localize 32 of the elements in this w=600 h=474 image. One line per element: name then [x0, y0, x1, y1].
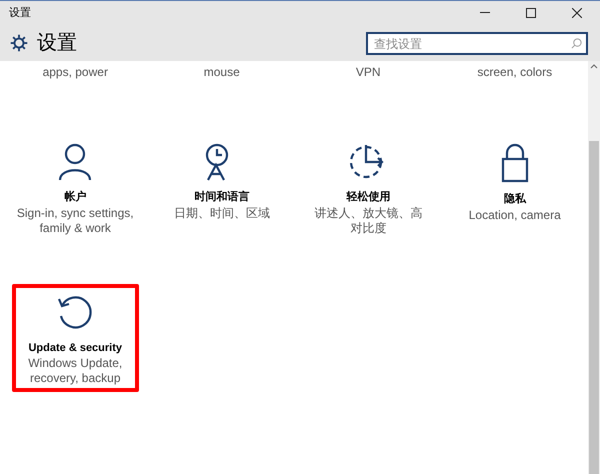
settings-icon: [10, 34, 28, 52]
category-description: 日期、时间、区域: [172, 206, 271, 220]
category-description: screen, colors: [476, 64, 554, 81]
minimize-icon: [480, 12, 490, 14]
category-description: Location, camera: [468, 208, 562, 222]
search-icon: [571, 38, 582, 48]
scrollbar[interactable]: [588, 61, 600, 474]
category-tile[interactable]: 隐私 Location, camera: [452, 133, 578, 242]
category-description: mouse: [202, 64, 241, 81]
category-title: 轻松使用: [346, 190, 390, 205]
page-title: 设置: [37, 31, 78, 56]
category-description: apps, power: [42, 64, 109, 81]
category-tile[interactable]: Update & security Windows Update, recovery, backup: [12, 284, 138, 392]
category-description: Windows Update, recovery, backup: [27, 356, 124, 386]
refresh-icon: [56, 294, 94, 332]
category-description: VPN: [354, 64, 382, 81]
search-field[interactable]: 查找设置: [366, 32, 588, 55]
close-icon: [572, 8, 582, 18]
person-icon: [58, 143, 92, 181]
category-tile[interactable]: 时间和语言 日期、时间、区域: [158, 133, 285, 242]
category-title: Update & security: [28, 340, 122, 356]
category-title: 隐私: [504, 192, 526, 207]
maximize-icon: [526, 8, 536, 18]
category-description: Sign-in, sync settings, family & work: [16, 206, 134, 236]
category-tile[interactable]: 帐户 Sign-in, sync settings, family & work: [12, 133, 138, 242]
category-description: 讲述人、放大镜、高对比度: [313, 206, 424, 236]
window-title: 设置: [8, 6, 32, 21]
lock-icon: [500, 143, 529, 183]
category-tile[interactable]: 轻松使用 讲述人、放大镜、高对比度: [305, 133, 432, 242]
category-title: 帐户: [64, 190, 86, 205]
category-title: 时间和语言: [194, 190, 250, 205]
scroll-thumb[interactable]: [589, 141, 599, 474]
